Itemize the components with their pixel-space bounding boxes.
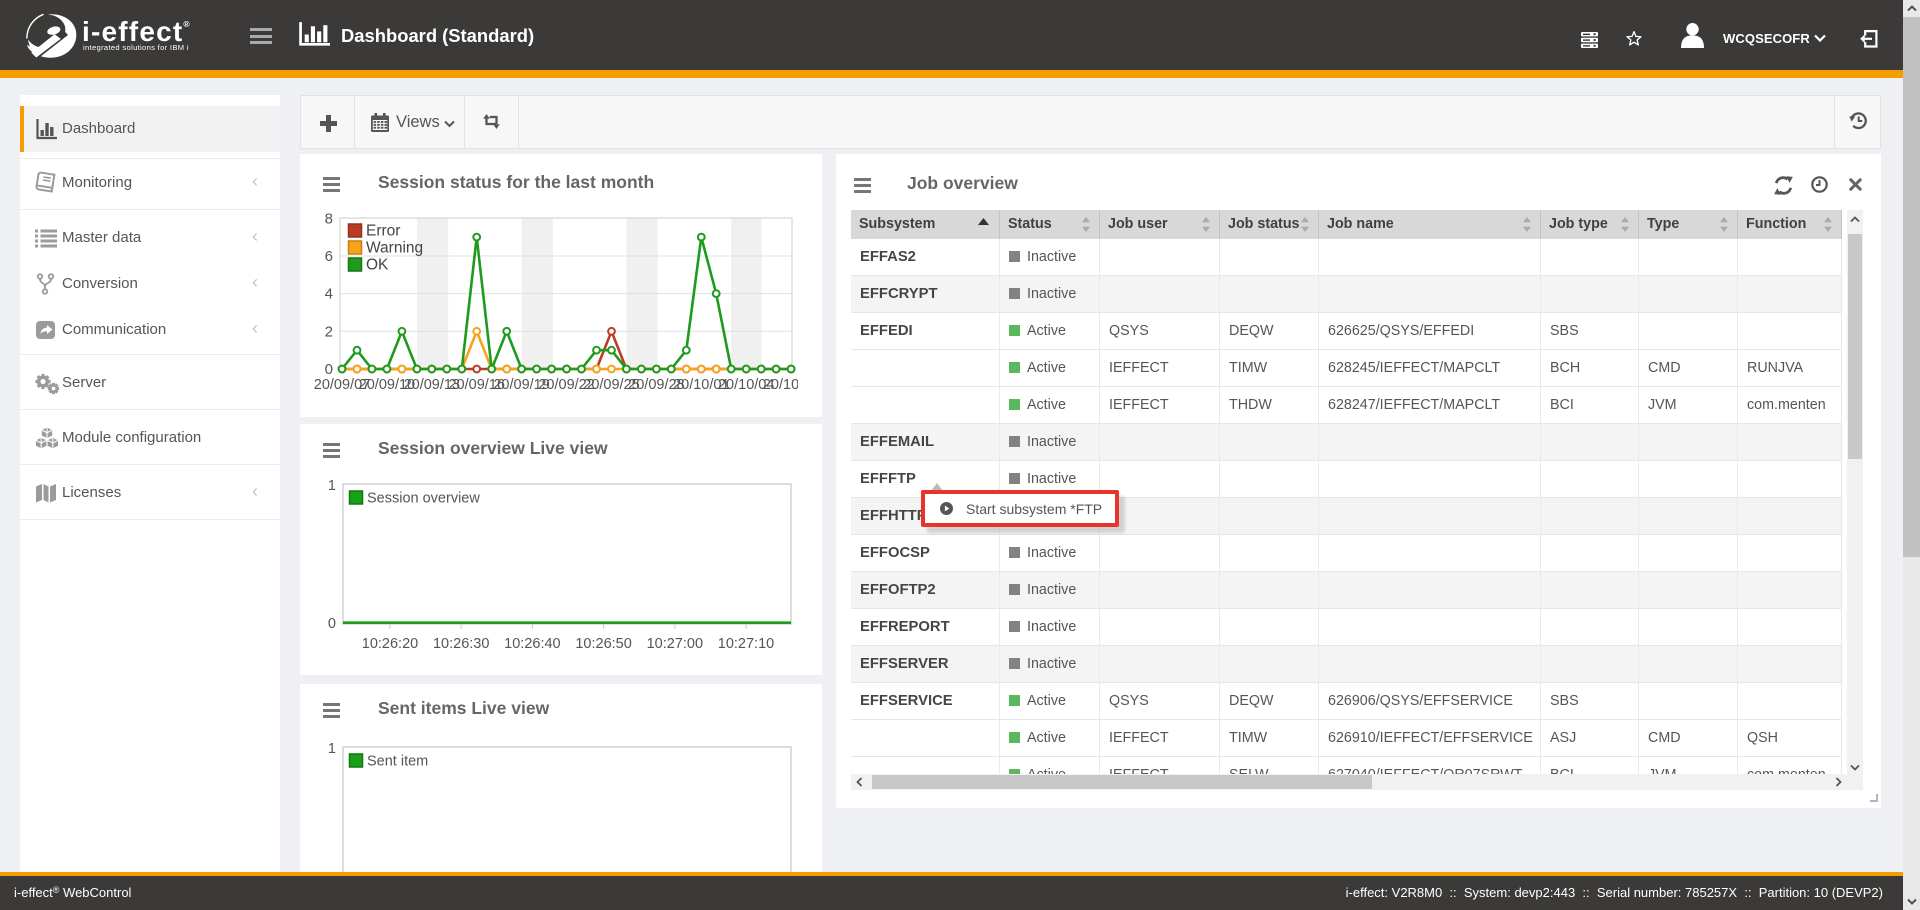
svg-text:1: 1	[328, 741, 336, 757]
svg-text:10:27:00: 10:27:00	[647, 636, 703, 652]
svg-text:10:26:30: 10:26:30	[433, 636, 489, 652]
svg-text:20/10/07: 20/10/07	[763, 377, 798, 393]
svg-text:10:26:40: 10:26:40	[504, 636, 560, 652]
svg-text:8: 8	[325, 210, 333, 227]
svg-text:1: 1	[328, 478, 336, 494]
svg-text:0: 0	[328, 616, 336, 632]
svg-text:Warning: Warning	[366, 240, 423, 257]
svg-text:0: 0	[325, 361, 333, 378]
svg-text:10:27:10: 10:27:10	[718, 636, 774, 652]
svg-text:10:26:20: 10:26:20	[362, 636, 418, 652]
svg-text:4: 4	[325, 286, 333, 303]
svg-text:6: 6	[325, 248, 333, 265]
svg-text:Error: Error	[366, 223, 400, 240]
svg-text:Session overview: Session overview	[367, 491, 480, 507]
svg-text:Sent item: Sent item	[367, 754, 428, 770]
svg-text:OK: OK	[366, 257, 389, 274]
svg-text:2: 2	[325, 323, 333, 340]
svg-text:10:26:50: 10:26:50	[575, 636, 631, 652]
